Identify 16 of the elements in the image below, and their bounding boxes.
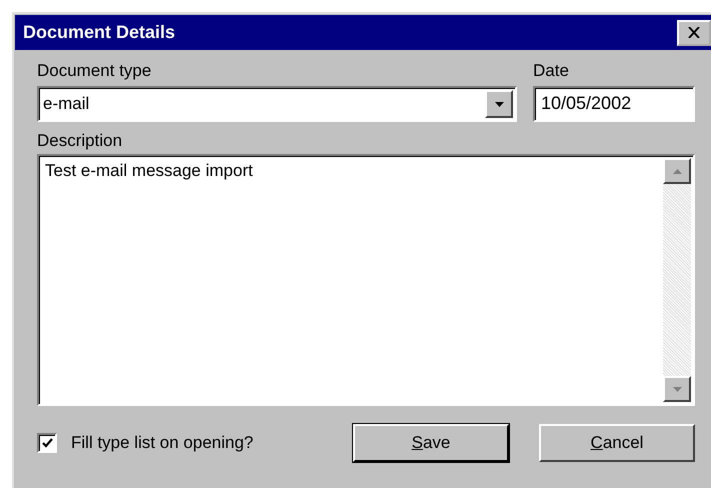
date-field[interactable]: 10/05/2002 [533, 86, 695, 122]
document-type-dropdown[interactable]: e-mail [37, 86, 517, 122]
check-icon [42, 438, 52, 448]
checkbox[interactable] [37, 433, 57, 453]
checkbox-label: Fill type list on opening? [71, 433, 254, 453]
field-label: Description [37, 130, 124, 152]
scroll-up-icon[interactable] [663, 158, 691, 184]
window-title: Document Details [23, 22, 176, 43]
scroll-bar[interactable] [663, 158, 691, 402]
dialog-button[interactable]: Save [353, 424, 509, 462]
close-button[interactable] [677, 20, 711, 46]
field-label: Document type [37, 60, 152, 82]
close-icon [688, 27, 700, 38]
scroll-down-icon[interactable] [663, 376, 691, 402]
field-label: Date [533, 60, 570, 82]
dialog-button[interactable]: Cancel [539, 424, 695, 462]
